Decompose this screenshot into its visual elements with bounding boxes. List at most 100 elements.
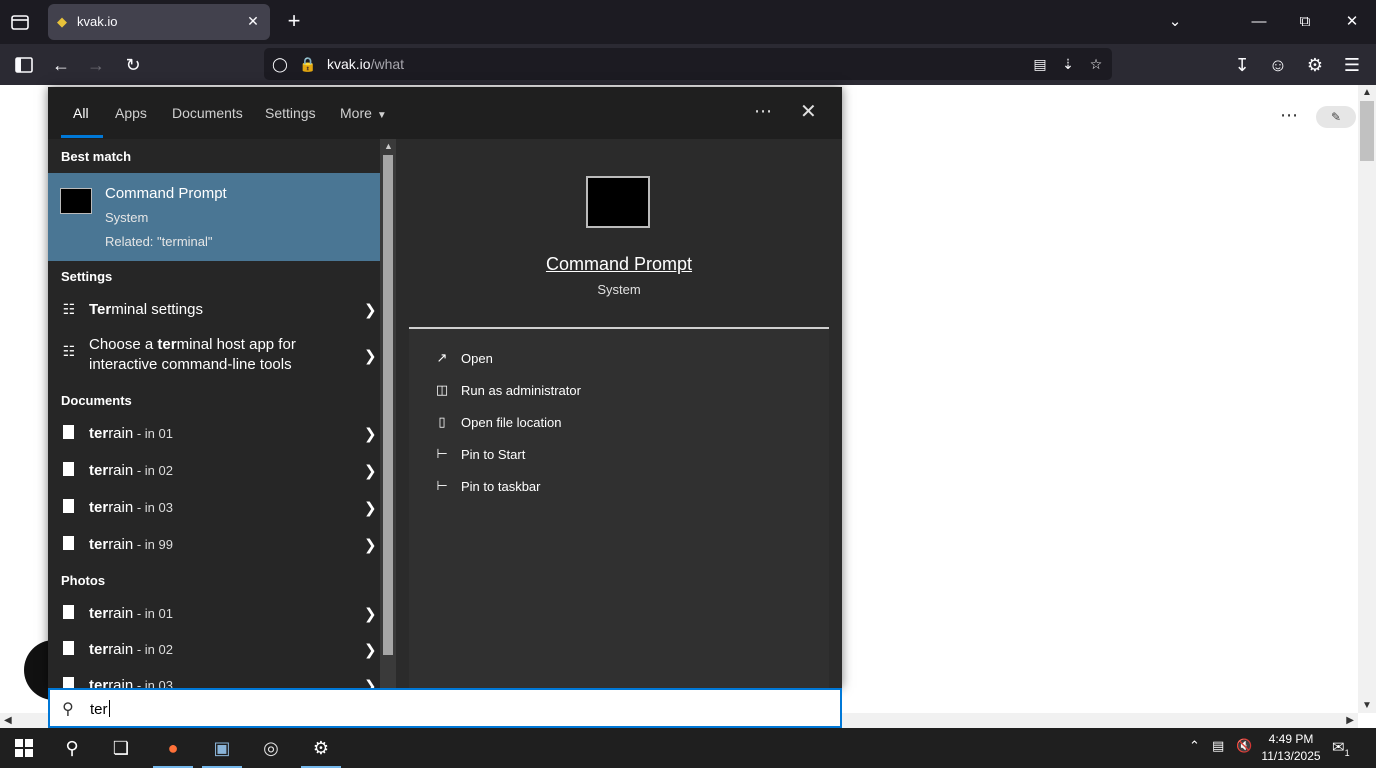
chevron-right-icon[interactable]: ❯ — [364, 301, 377, 319]
list-item[interactable]: terrain - in 02 ❯ — [48, 454, 380, 488]
list-item[interactable]: terrain - in 03 ❯ — [48, 669, 380, 688]
chevron-right-icon[interactable]: ❯ — [364, 462, 377, 480]
firefox-taskbar-icon[interactable]: ● — [149, 728, 197, 768]
task-view-icon[interactable]: ❏ — [97, 728, 145, 768]
list-item-label: terrain - in 01 — [89, 605, 173, 622]
more-options-icon[interactable]: ⋯ — [754, 101, 772, 122]
active-tab-indicator — [61, 135, 103, 138]
forward-icon[interactable]: → — [84, 53, 108, 77]
app-taskbar-icon[interactable]: ◎ — [247, 728, 295, 768]
list-item[interactable]: terrain - in 03 ❯ — [48, 491, 380, 525]
tab-list-icon[interactable] — [8, 10, 32, 34]
new-tab-icon[interactable]: + — [283, 10, 305, 32]
sidebar-icon[interactable] — [12, 53, 36, 77]
document-icon — [63, 462, 74, 476]
taskbar: ⚲ ❏ ● ▣ ◎ ⚙ ⌃ ▤ 🔇 4:49 PM 11/13/2025 ✉1 — [0, 728, 1376, 768]
scroll-up-icon[interactable]: ▲ — [1362, 87, 1372, 98]
tab-apps[interactable]: Apps — [115, 105, 147, 121]
shield-icon[interactable]: ◯ — [270, 54, 290, 74]
clock-date: 11/13/2025 — [1261, 749, 1321, 763]
best-match-subtitle: System — [105, 210, 149, 225]
settings-sliders-icon: ☷ — [62, 301, 76, 317]
tab-all[interactable]: All — [73, 105, 89, 121]
list-item[interactable]: ☷ Terminal settings ❯ — [48, 293, 380, 327]
show-hidden-icons-chevron-icon[interactable]: ⌃ — [1189, 738, 1200, 754]
detail-title[interactable]: Command Prompt — [409, 254, 829, 275]
document-icon — [63, 425, 74, 439]
tab-title: kvak.io — [77, 14, 118, 29]
account-icon[interactable]: ☺ — [1266, 53, 1290, 77]
url-text[interactable]: kvak.io/what — [327, 56, 404, 72]
list-item[interactable]: terrain - in 99 ❯ — [48, 528, 380, 562]
close-icon[interactable]: ✕ — [800, 101, 817, 123]
vertical-scrollbar[interactable]: ▲ ▼ — [1358, 85, 1376, 713]
run-as-admin-action[interactable]: ◫ Run as administrator — [433, 379, 733, 403]
volume-muted-icon[interactable]: 🔇 — [1236, 738, 1252, 754]
start-button[interactable] — [0, 728, 48, 768]
site-favicon-icon: ◆ — [57, 14, 67, 29]
text-caret — [108, 700, 110, 717]
search-icon: ⚲ — [62, 701, 74, 718]
best-match-item[interactable]: Command Prompt System Related: "terminal… — [48, 173, 380, 261]
scroll-up-icon[interactable]: ▲ — [384, 141, 393, 151]
reader-view-icon[interactable]: ▤ — [1030, 54, 1050, 74]
search-query[interactable]: ter — [90, 700, 110, 718]
tab-settings[interactable]: Settings — [265, 105, 316, 121]
chevron-right-icon[interactable]: ❯ — [364, 641, 377, 659]
divider — [409, 327, 829, 329]
url-bar[interactable]: ◯ 🔒 kvak.io/what ▤ ⇣ ☆ — [264, 48, 1112, 80]
network-icon[interactable]: ▤ — [1212, 738, 1224, 754]
search-results-list: Best match Command Prompt System Related… — [48, 139, 380, 688]
document-icon — [63, 536, 74, 550]
scroll-right-icon[interactable]: ▶ — [1346, 713, 1354, 728]
settings-taskbar-icon[interactable]: ⚙ — [297, 728, 345, 768]
close-tab-icon[interactable]: ✕ — [244, 12, 262, 30]
chevron-right-icon[interactable]: ❯ — [364, 347, 377, 365]
lock-icon[interactable]: 🔒 — [298, 54, 318, 74]
reload-icon[interactable]: ↻ — [121, 53, 145, 77]
search-input[interactable]: ⚲ ter — [48, 688, 842, 728]
page-edit-icon[interactable]: ✎ — [1316, 106, 1356, 128]
pin-to-taskbar-action[interactable]: ⊢ Pin to taskbar — [433, 475, 733, 499]
chevron-right-icon[interactable]: ❯ — [364, 677, 377, 688]
notifications-icon[interactable]: ✉1 — [1332, 738, 1350, 758]
restore-icon[interactable]: ⧉ — [1295, 12, 1315, 32]
list-item[interactable]: ☷ Choose a terminal host app for interac… — [48, 335, 380, 381]
taskbar-search-icon[interactable]: ⚲ — [48, 728, 96, 768]
photo-icon — [63, 605, 74, 619]
tab-more[interactable]: More ▼ — [340, 105, 387, 121]
scroll-down-icon[interactable]: ▼ — [1362, 700, 1372, 711]
list-item-label: terrain - in 03 — [89, 499, 173, 516]
open-action[interactable]: ↗ Open — [433, 347, 733, 371]
back-icon[interactable]: ← — [49, 53, 73, 77]
results-scrollbar[interactable]: ▲ — [380, 139, 396, 688]
list-all-tabs-chevron-icon[interactable]: ⌄ — [1165, 12, 1185, 32]
bookmark-star-icon[interactable]: ☆ — [1086, 54, 1106, 74]
chevron-right-icon[interactable]: ❯ — [364, 499, 377, 517]
list-item[interactable]: terrain - in 01 ❯ — [48, 417, 380, 451]
tab-documents[interactable]: Documents — [172, 105, 243, 121]
close-window-icon[interactable]: ✕ — [1342, 12, 1362, 32]
page-more-options-icon[interactable]: ⋯ — [1280, 105, 1298, 126]
downloads-icon[interactable]: ↧ — [1230, 53, 1254, 77]
extensions-icon[interactable]: ⚙ — [1303, 53, 1327, 77]
chevron-right-icon[interactable]: ❯ — [364, 605, 377, 623]
list-item-label: terrain - in 99 — [89, 536, 173, 553]
list-item[interactable]: terrain - in 02 ❯ — [48, 633, 380, 667]
browser-tab[interactable]: ◆ kvak.io ✕ — [48, 4, 270, 40]
scroll-thumb[interactable] — [383, 155, 393, 655]
chevron-right-icon[interactable]: ❯ — [364, 425, 377, 443]
remote-desktop-taskbar-icon[interactable]: ▣ — [198, 728, 246, 768]
pin-to-start-action[interactable]: ⊢ Pin to Start — [433, 443, 733, 467]
scroll-left-icon[interactable]: ◀ — [4, 713, 12, 728]
chevron-right-icon[interactable]: ❯ — [364, 536, 377, 554]
scroll-thumb[interactable] — [1360, 101, 1374, 161]
menu-icon[interactable]: ☰ — [1340, 53, 1364, 77]
result-detail-pane: Command Prompt System ↗ Open ◫ Run as ad… — [409, 151, 829, 688]
clock[interactable]: 4:49 PM 11/13/2025 — [1252, 731, 1330, 765]
list-item-label: terrain - in 02 — [89, 462, 173, 479]
minimize-icon[interactable]: — — [1249, 12, 1269, 32]
open-file-location-action[interactable]: ▯ Open file location — [433, 411, 733, 435]
list-item[interactable]: terrain - in 01 ❯ — [48, 597, 380, 631]
save-to-pocket-icon[interactable]: ⇣ — [1058, 54, 1078, 74]
